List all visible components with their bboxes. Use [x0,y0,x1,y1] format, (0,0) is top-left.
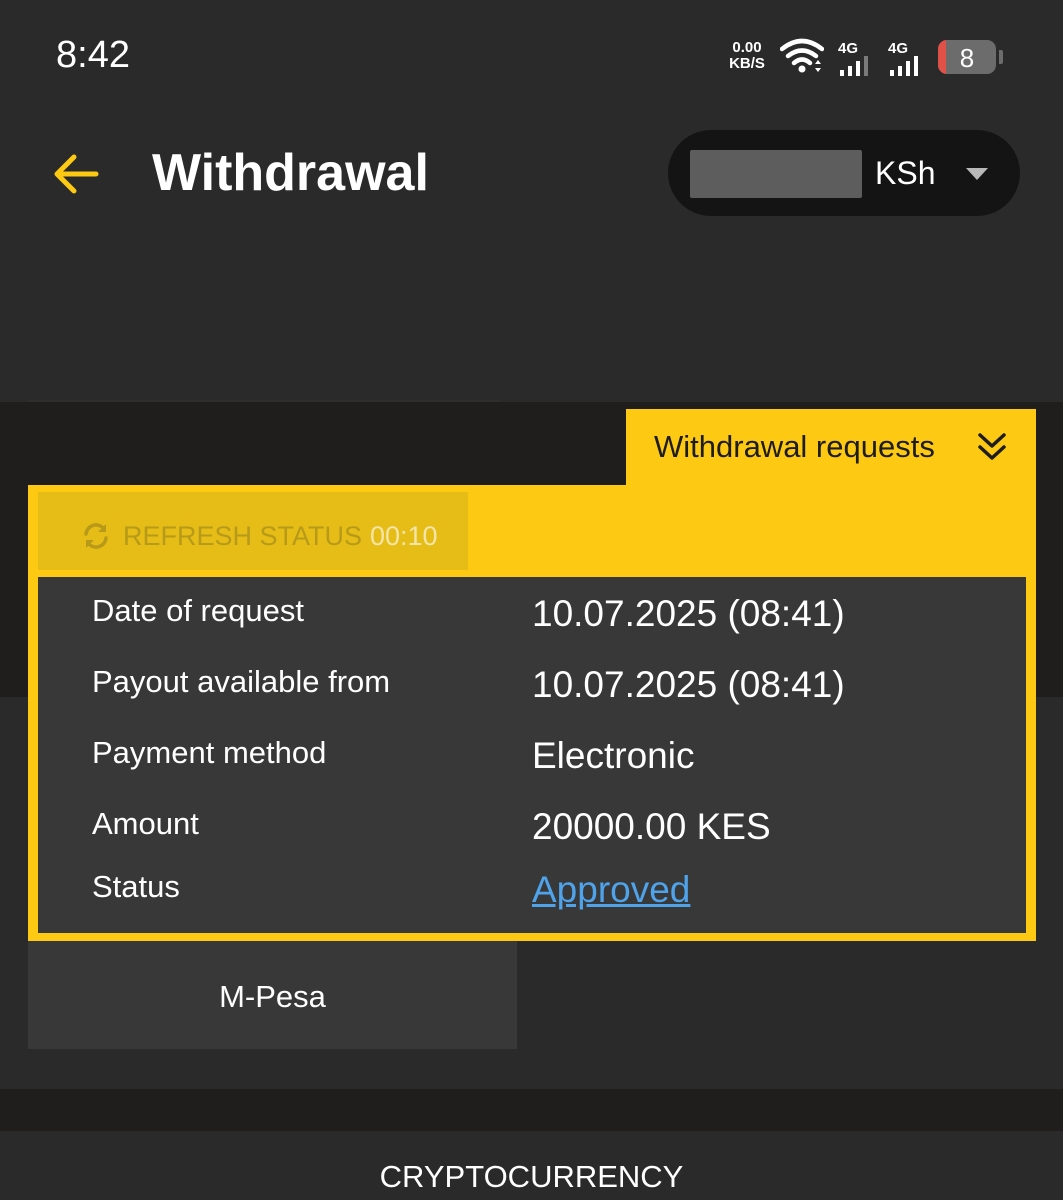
caret-down-icon [966,168,988,180]
currency-label: KSh [875,155,936,191]
status-link[interactable]: Approved [532,869,690,911]
battery-icon: 8 [938,40,996,74]
sim2-network-label: 4G [888,40,909,57]
balance-redacted [690,150,862,198]
payment-option-label: M-Pesa [219,979,326,1014]
network-speed-unit: KB/S [729,55,765,72]
signal-bars-icon [840,56,868,76]
withdrawal-requests-label: Withdrawal requests [654,429,935,464]
battery-tip [999,50,1003,64]
status-time: 8:42 [56,34,130,76]
refresh-status-button[interactable]: REFRESH STATUS 00:10 [38,492,468,570]
status-label: Status [92,869,180,904]
refresh-status-label: REFRESH STATUS [123,521,363,551]
signal-bars-icon [890,56,918,76]
amount-value: 20000.00 KES [532,806,771,847]
arrow-left-icon [54,154,99,194]
sim1-network-label: 4G [838,40,859,57]
balance-currency-selector[interactable]: KSh [668,130,1020,216]
double-chevron-down-icon [978,433,1006,460]
network-speed-value: 0.00 [732,39,762,56]
payout-available-value: 10.07.2025 (08:41) [532,664,845,705]
date-of-request-value: 10.07.2025 (08:41) [532,593,845,634]
wifi-icon [779,38,825,79]
withdrawal-requests-toggle[interactable]: Withdrawal requests [626,409,1036,487]
date-of-request-label: Date of request [92,593,304,628]
refresh-icon [84,523,108,549]
cryptocurrency-label: CRYPTOCURRENCY [379,1159,684,1194]
payment-method-value: Electronic [532,735,695,776]
payment-option-mpesa[interactable]: M-Pesa [28,941,517,1049]
payment-method-label: Payment method [92,735,327,770]
section-divider [0,1089,1063,1131]
refresh-timer: 00:10 [370,521,438,551]
battery-level: 8 [959,43,975,73]
back-button[interactable] [50,148,102,200]
amount-label: Amount [92,806,199,841]
network-speed: 0.00 KB/S [724,40,770,72]
payout-available-label: Payout available from [92,664,391,699]
divider [28,400,500,402]
request-details: Date of request 10.07.2025 (08:41) Payou… [38,577,1026,933]
page-title: Withdrawal [152,144,429,202]
withdrawal-requests-panel: REFRESH STATUS 00:10 Date of request 10.… [28,485,1036,941]
cryptocurrency-section[interactable]: CRYPTOCURRENCY [0,1131,1063,1200]
